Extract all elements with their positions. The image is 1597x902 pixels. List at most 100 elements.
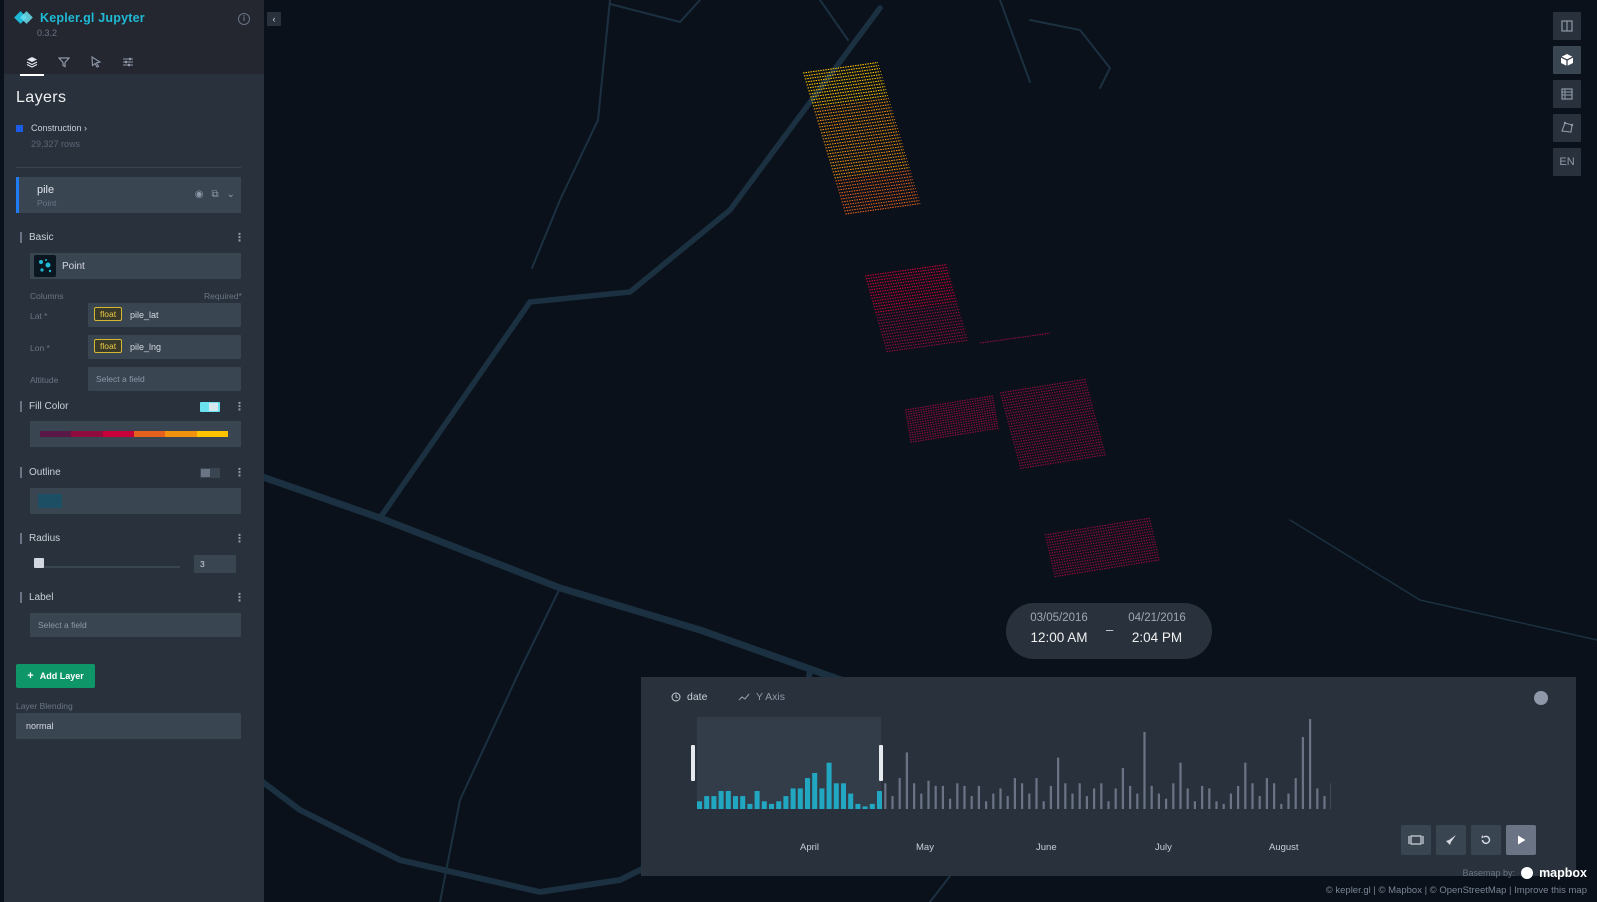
histogram-bar: [1215, 801, 1218, 809]
histogram-bar: [1244, 762, 1247, 809]
dataset-row-count: 29,327 rows: [31, 139, 81, 149]
layer-blending-select[interactable]: normal: [16, 713, 241, 739]
histogram-bar: [949, 798, 952, 809]
layer-type-value: Point: [62, 261, 85, 272]
histogram-bar: [805, 778, 810, 809]
histogram-bar: [956, 783, 959, 809]
lon-field-select[interactable]: float pile_lng: [88, 335, 241, 359]
label-group-title: Label: [20, 592, 53, 603]
fill-color-menu-icon[interactable]: ⋮: [234, 400, 245, 413]
altitude-field-select[interactable]: Select a field: [88, 367, 241, 391]
color-palette-selector[interactable]: [30, 421, 241, 447]
fill-color-toggle[interactable]: [200, 402, 220, 412]
speed-button[interactable]: [1436, 825, 1466, 855]
histogram-bar: [1179, 762, 1182, 809]
histogram-bar: [1057, 757, 1060, 809]
playback-window-button[interactable]: [1401, 825, 1431, 855]
float-tag: float: [94, 339, 123, 353]
info-icon[interactable]: i: [238, 13, 250, 25]
dataset-item[interactable]: Construction › 29,327 rows: [16, 123, 87, 149]
layer-card-pile[interactable]: pile Point ◉ ⧉ ⌄: [16, 177, 241, 213]
window-icon: [1408, 835, 1424, 845]
month-label: August: [1269, 842, 1299, 853]
month-label: June: [1036, 842, 1057, 853]
eye-icon[interactable]: ◉: [195, 189, 204, 200]
line-chart-icon: [738, 693, 750, 701]
range-handle-left[interactable]: [691, 745, 695, 781]
outline-menu-icon[interactable]: ⋮: [234, 466, 245, 479]
time-histogram[interactable]: [691, 717, 1331, 823]
histogram-bar: [1157, 793, 1160, 809]
app-logo: Kepler.gl Jupyter: [14, 11, 145, 25]
histogram-bar: [1251, 783, 1254, 809]
histogram-bar: [869, 803, 875, 809]
histogram-bar: [1006, 796, 1009, 809]
month-label: July: [1155, 842, 1172, 853]
filter-icon: [58, 57, 70, 68]
split-map-button[interactable]: [1553, 12, 1581, 40]
histogram-bar: [783, 796, 789, 809]
lat-label: Lat *: [30, 311, 48, 321]
start-time: 12:00 AM: [1030, 630, 1088, 645]
tab-filters[interactable]: [48, 50, 80, 74]
radius-input[interactable]: 3: [194, 555, 236, 573]
histogram-bar: [855, 803, 861, 809]
histogram-bar: [848, 793, 854, 809]
color-palette: [40, 431, 228, 437]
basic-group-title: Basic: [20, 232, 53, 243]
split-map-icon: [1561, 20, 1573, 32]
histogram-bar: [1316, 788, 1319, 809]
y-axis-selector[interactable]: Y Axis: [738, 691, 785, 703]
chevron-down-icon[interactable]: ⌄: [227, 189, 235, 200]
add-layer-button[interactable]: + Add Layer: [16, 664, 95, 688]
histogram-bar: [1078, 783, 1081, 809]
histogram-bar: [769, 803, 774, 809]
range-handle-right[interactable]: [879, 745, 883, 781]
histogram-bar: [1193, 801, 1196, 809]
label-field-select[interactable]: Select a field: [30, 613, 241, 637]
label-menu-icon[interactable]: ⋮: [234, 591, 245, 604]
3d-map-button[interactable]: [1553, 46, 1581, 74]
divider: [16, 167, 241, 168]
outline-toggle[interactable]: [200, 468, 220, 478]
histogram-bar: [1280, 803, 1283, 809]
histogram-bar: [898, 778, 901, 809]
draw-polygon-button[interactable]: [1553, 114, 1581, 142]
lat-field-value: pile_lat: [130, 310, 159, 320]
app-version: 0.3.2: [37, 28, 58, 38]
duplicate-icon[interactable]: ⧉: [211, 189, 218, 200]
radius-slider-track[interactable]: [38, 566, 180, 568]
tab-layers[interactable]: [16, 50, 48, 76]
mapbox-brand: mapbox: [1539, 866, 1587, 880]
histogram-bar: [711, 796, 717, 809]
outline-color-picker[interactable]: [30, 488, 241, 514]
basic-menu-icon[interactable]: ⋮: [234, 231, 245, 244]
radius-slider-handle[interactable]: [34, 558, 44, 568]
selected-range-window[interactable]: [697, 717, 881, 809]
histogram-bar: [985, 801, 988, 809]
collapse-panel-button[interactable]: ‹: [267, 12, 281, 26]
histogram-bar: [1021, 783, 1024, 809]
time-field-selector[interactable]: date: [671, 691, 707, 703]
lat-field-select[interactable]: float pile_lat: [88, 303, 241, 327]
mapbox-logo-icon: [1521, 867, 1534, 879]
close-time-widget-icon[interactable]: [1534, 691, 1548, 705]
histogram-bar: [1208, 788, 1211, 809]
month-label: May: [916, 842, 934, 853]
histogram-bar: [841, 783, 846, 809]
time-playback-widget: date Y Axis April May June July August: [641, 677, 1576, 876]
kepler-logo-icon: [14, 11, 36, 25]
language-button[interactable]: EN: [1553, 148, 1581, 176]
tab-interactions[interactable]: [80, 50, 112, 74]
radius-menu-icon[interactable]: ⋮: [234, 532, 245, 545]
label-placeholder: Select a field: [38, 620, 87, 630]
layer-type-select[interactable]: Point: [30, 253, 241, 279]
histogram-bar: [913, 783, 916, 809]
map-attribution[interactable]: © kepler.gl | © Mapbox | © OpenStreetMap…: [1326, 885, 1587, 896]
reset-button[interactable]: [1471, 825, 1501, 855]
required-label: Required*: [204, 291, 242, 301]
legend-button[interactable]: [1553, 80, 1581, 108]
tab-map-style[interactable]: [112, 50, 144, 74]
histogram-bar: [1136, 793, 1139, 809]
play-button[interactable]: [1506, 825, 1536, 855]
